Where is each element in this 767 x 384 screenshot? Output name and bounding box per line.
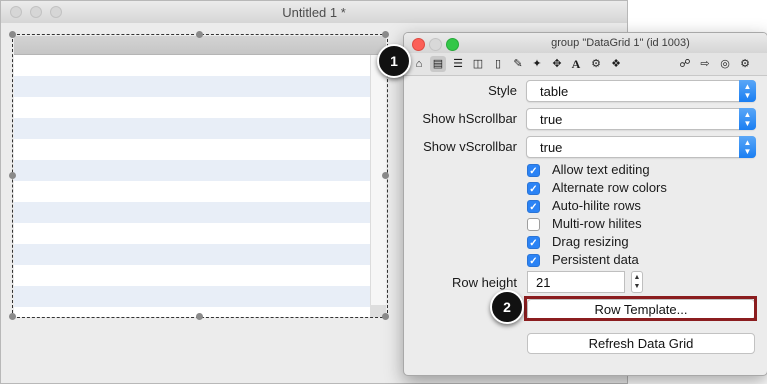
row-height-value: 21	[536, 275, 551, 290]
move-icon[interactable]: ✥	[549, 56, 565, 72]
vscrollbar-dropdown[interactable]: true ▲ ▼	[526, 136, 756, 158]
gear-icon[interactable]: ⚙	[737, 56, 753, 72]
table-row[interactable]	[14, 307, 370, 317]
table-row[interactable]	[14, 118, 370, 139]
lock-icon[interactable]: ☍	[677, 56, 693, 72]
list-icon[interactable]: ☰	[450, 56, 466, 72]
resize-handle[interactable]	[196, 313, 203, 320]
checkbox-label: Multi-row hilites	[552, 216, 642, 231]
check-icon[interactable]: ✓	[527, 164, 540, 177]
table-row[interactable]	[14, 286, 370, 307]
table-row[interactable]	[14, 139, 370, 160]
resize-handle[interactable]	[382, 31, 389, 38]
checkbox-label: Allow text editing	[552, 162, 650, 177]
chevron-updown-icon: ▲ ▼	[739, 108, 756, 130]
home-icon[interactable]: ⌂	[411, 56, 427, 72]
datagrid[interactable]	[14, 36, 386, 317]
table-row[interactable]	[14, 265, 370, 286]
datagrid-header	[14, 36, 386, 55]
table-row[interactable]	[14, 244, 370, 265]
callout-badge-1: 1	[377, 44, 411, 78]
table-row[interactable]	[14, 160, 370, 181]
inspector-titlebar: group "DataGrid 1" (id 1003)	[404, 33, 767, 54]
check-icon[interactable]: ✓	[527, 236, 540, 249]
style-label: Style	[488, 83, 517, 98]
resize-handle[interactable]	[9, 172, 16, 179]
row-template-button[interactable]: Row Template...	[527, 299, 755, 320]
inspector-toolbar: ⌂ ▤ ☰ ◫ ▯ ✎ ✦ ✥ A ⚙ ❖ ☍ ⇨ ◎ ⚙	[404, 53, 767, 76]
columns-icon[interactable]: ◫	[470, 56, 486, 72]
table-row[interactable]	[14, 97, 370, 118]
table-row[interactable]	[14, 55, 370, 76]
table-row[interactable]	[14, 223, 370, 244]
resize-icon[interactable]: ❖	[608, 56, 624, 72]
datagrid-rows	[14, 55, 370, 317]
wand-icon[interactable]: ✦	[529, 56, 545, 72]
datagrid-icon[interactable]: ▤	[430, 56, 446, 72]
resize-handle[interactable]	[382, 172, 389, 179]
minimize-button[interactable]	[429, 38, 442, 51]
export-icon[interactable]: ⇨	[697, 56, 713, 72]
table-row[interactable]	[14, 202, 370, 223]
hscrollbar-label: Show hScrollbar	[422, 111, 517, 126]
inspector-title: group "DataGrid 1" (id 1003)	[551, 37, 690, 49]
table-row[interactable]	[14, 76, 370, 97]
window-title: Untitled 1 *	[282, 5, 346, 20]
checkbox-label: Drag resizing	[552, 234, 629, 249]
vscrollbar-value: true	[540, 140, 563, 155]
style-dropdown[interactable]: table ▲ ▼	[526, 80, 756, 102]
vertical-scrollbar[interactable]	[370, 55, 386, 305]
pencil-icon[interactable]: ✎	[510, 56, 526, 72]
chevron-updown-icon: ▲ ▼	[739, 80, 756, 102]
resize-handle[interactable]	[9, 31, 16, 38]
zoom-button[interactable]	[446, 38, 459, 51]
hscrollbar-dropdown[interactable]: true ▲ ▼	[526, 108, 756, 130]
gears-icon[interactable]: ⚙	[588, 56, 604, 72]
vscrollbar-label: Show vScrollbar	[423, 139, 517, 154]
style-value: table	[540, 84, 569, 99]
checkbox-label: Auto-hilite rows	[552, 198, 641, 213]
checkbox-label: Alternate row colors	[552, 180, 667, 195]
row-height-label: Row height	[451, 275, 517, 290]
resize-handle[interactable]	[9, 313, 16, 320]
check-icon[interactable]: ✓	[527, 200, 540, 213]
checkbox-empty[interactable]	[527, 218, 540, 231]
resize-handle[interactable]	[382, 313, 389, 320]
close-button[interactable]	[412, 38, 425, 51]
target-icon[interactable]: ◎	[717, 56, 733, 72]
main-titlebar: Untitled 1 *	[1, 1, 627, 24]
check-icon[interactable]: ✓	[527, 182, 540, 195]
row-height-field[interactable]: 21	[527, 271, 625, 293]
row-height-stepper[interactable]: ▲ ▼	[631, 271, 643, 293]
callout-badge-2: 2	[490, 290, 524, 324]
text-icon[interactable]: A	[568, 56, 584, 72]
hscrollbar-value: true	[540, 112, 563, 127]
database-icon[interactable]: ▯	[490, 56, 506, 72]
refresh-data-grid-button[interactable]: Refresh Data Grid	[527, 333, 755, 354]
resize-handle[interactable]	[196, 31, 203, 38]
table-row[interactable]	[14, 181, 370, 202]
check-icon[interactable]: ✓	[527, 254, 540, 267]
checkbox-label: Persistent data	[552, 252, 639, 267]
property-inspector: group "DataGrid 1" (id 1003) ⌂ ▤ ☰ ◫ ▯ ✎…	[403, 32, 767, 376]
chevron-updown-icon: ▲ ▼	[739, 136, 756, 158]
